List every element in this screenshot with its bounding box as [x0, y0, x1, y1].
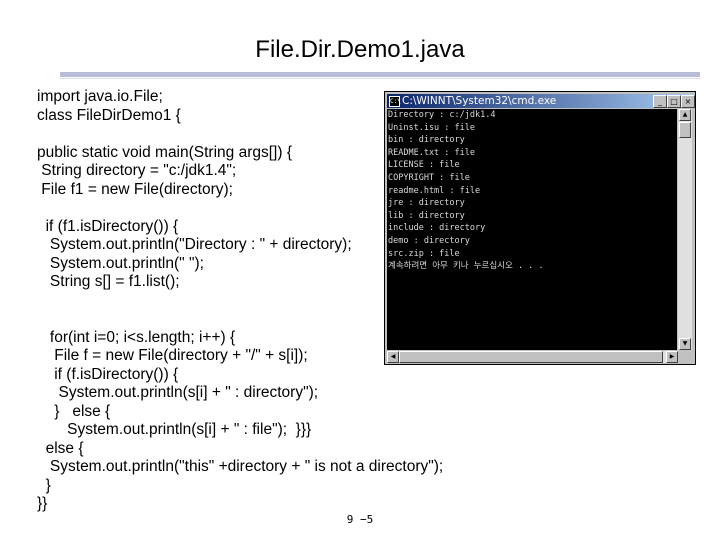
- up-arrow-icon[interactable]: ▲: [679, 109, 691, 121]
- console-line: readme.html : file: [388, 185, 481, 196]
- console-app-icon[interactable]: C:\: [389, 96, 401, 107]
- code-line: File f1 = new File(directory);: [37, 180, 233, 198]
- console-line: jre : directory: [388, 198, 465, 209]
- code-line: System.out.println(s[i] + " : directory"…: [37, 384, 319, 401]
- code-line: if (f.isDirectory()) {: [37, 365, 179, 383]
- console-line: COPYRIGHT : file: [388, 172, 470, 183]
- code-line: } else {: [37, 402, 111, 420]
- console-output[interactable]: Directory : c:/jdk1.4 Uninst.isu : file bi…: [387, 109, 677, 350]
- code-line: class FileDirDemo1 {: [37, 106, 181, 124]
- console-line: 계속하려면 아무 키나 누르십시오 . . .: [388, 261, 544, 272]
- console-line: bin : directory: [388, 135, 465, 146]
- code-line: else {: [37, 439, 84, 457]
- code-line: String directory = "c:/jdk1.4";: [37, 162, 237, 179]
- code-line: import java.io.File;: [37, 88, 163, 105]
- code-line: }: [37, 476, 51, 494]
- code-line: }}: [37, 495, 48, 512]
- code-line: String s[] = f1.list();: [37, 273, 180, 290]
- console-line: Directory : c:/jdk1.4: [388, 110, 496, 120]
- left-arrow-icon[interactable]: ◀: [387, 351, 399, 363]
- title-divider: [60, 72, 700, 77]
- console-line: include : directory: [388, 223, 486, 234]
- console-title: C:\WINNT\System32\cmd.exe: [402, 95, 557, 107]
- code-line: System.out.println(s[i] + " : file"); }}…: [37, 421, 312, 438]
- code-line: File f = new File(directory + "/" + s[i]…: [37, 347, 308, 364]
- maximize-button[interactable]: □: [667, 95, 681, 108]
- page-number: 9 −5: [346, 513, 374, 526]
- console-window[interactable]: C:\ C:\WINNT\System32\cmd.exe _ □ × Dire…: [384, 91, 696, 365]
- vertical-scrollbar[interactable]: ▲ ▼: [678, 109, 692, 350]
- code-line: System.out.println("Directory : " + dire…: [37, 236, 352, 253]
- slide-title: File.Dir.Demo1.java: [255, 36, 465, 63]
- code-line: System.out.println(" ");: [37, 254, 204, 272]
- code-line: System.out.println("this" +directory + "…: [37, 458, 444, 475]
- down-arrow-icon[interactable]: ▼: [679, 338, 691, 350]
- console-line: Uninst.isu : file: [388, 122, 475, 133]
- horizontal-scrollbar[interactable]: ◀ ▶: [387, 351, 678, 363]
- console-title-bar[interactable]: C:\ C:\WINNT\System32\cmd.exe _ □ ×: [387, 94, 695, 108]
- console-line: demo : directory: [388, 235, 470, 246]
- code-line: public static void main(String args[]) {: [37, 143, 292, 161]
- code-listing: import java.io.File; class FileDirDemo1 {…: [37, 88, 443, 514]
- code-line: for(int i=0; i<s.length; i++) {: [37, 328, 236, 346]
- console-line: LICENSE : file: [388, 160, 460, 171]
- close-button[interactable]: ×: [681, 95, 695, 108]
- minimize-button[interactable]: _: [653, 95, 667, 108]
- code-line: if (f1.isDirectory()) {: [37, 217, 179, 235]
- console-line: README.txt : file: [388, 147, 475, 158]
- vertical-scroll-thumb[interactable]: [679, 122, 691, 138]
- title-divider-shadow: [60, 78, 700, 79]
- size-grip[interactable]: [678, 351, 692, 363]
- right-arrow-icon[interactable]: ▶: [666, 351, 678, 363]
- console-line: src.zip : file: [388, 248, 460, 259]
- console-line: lib : directory: [388, 210, 465, 221]
- horizontal-scroll-thumb[interactable]: [399, 351, 663, 363]
